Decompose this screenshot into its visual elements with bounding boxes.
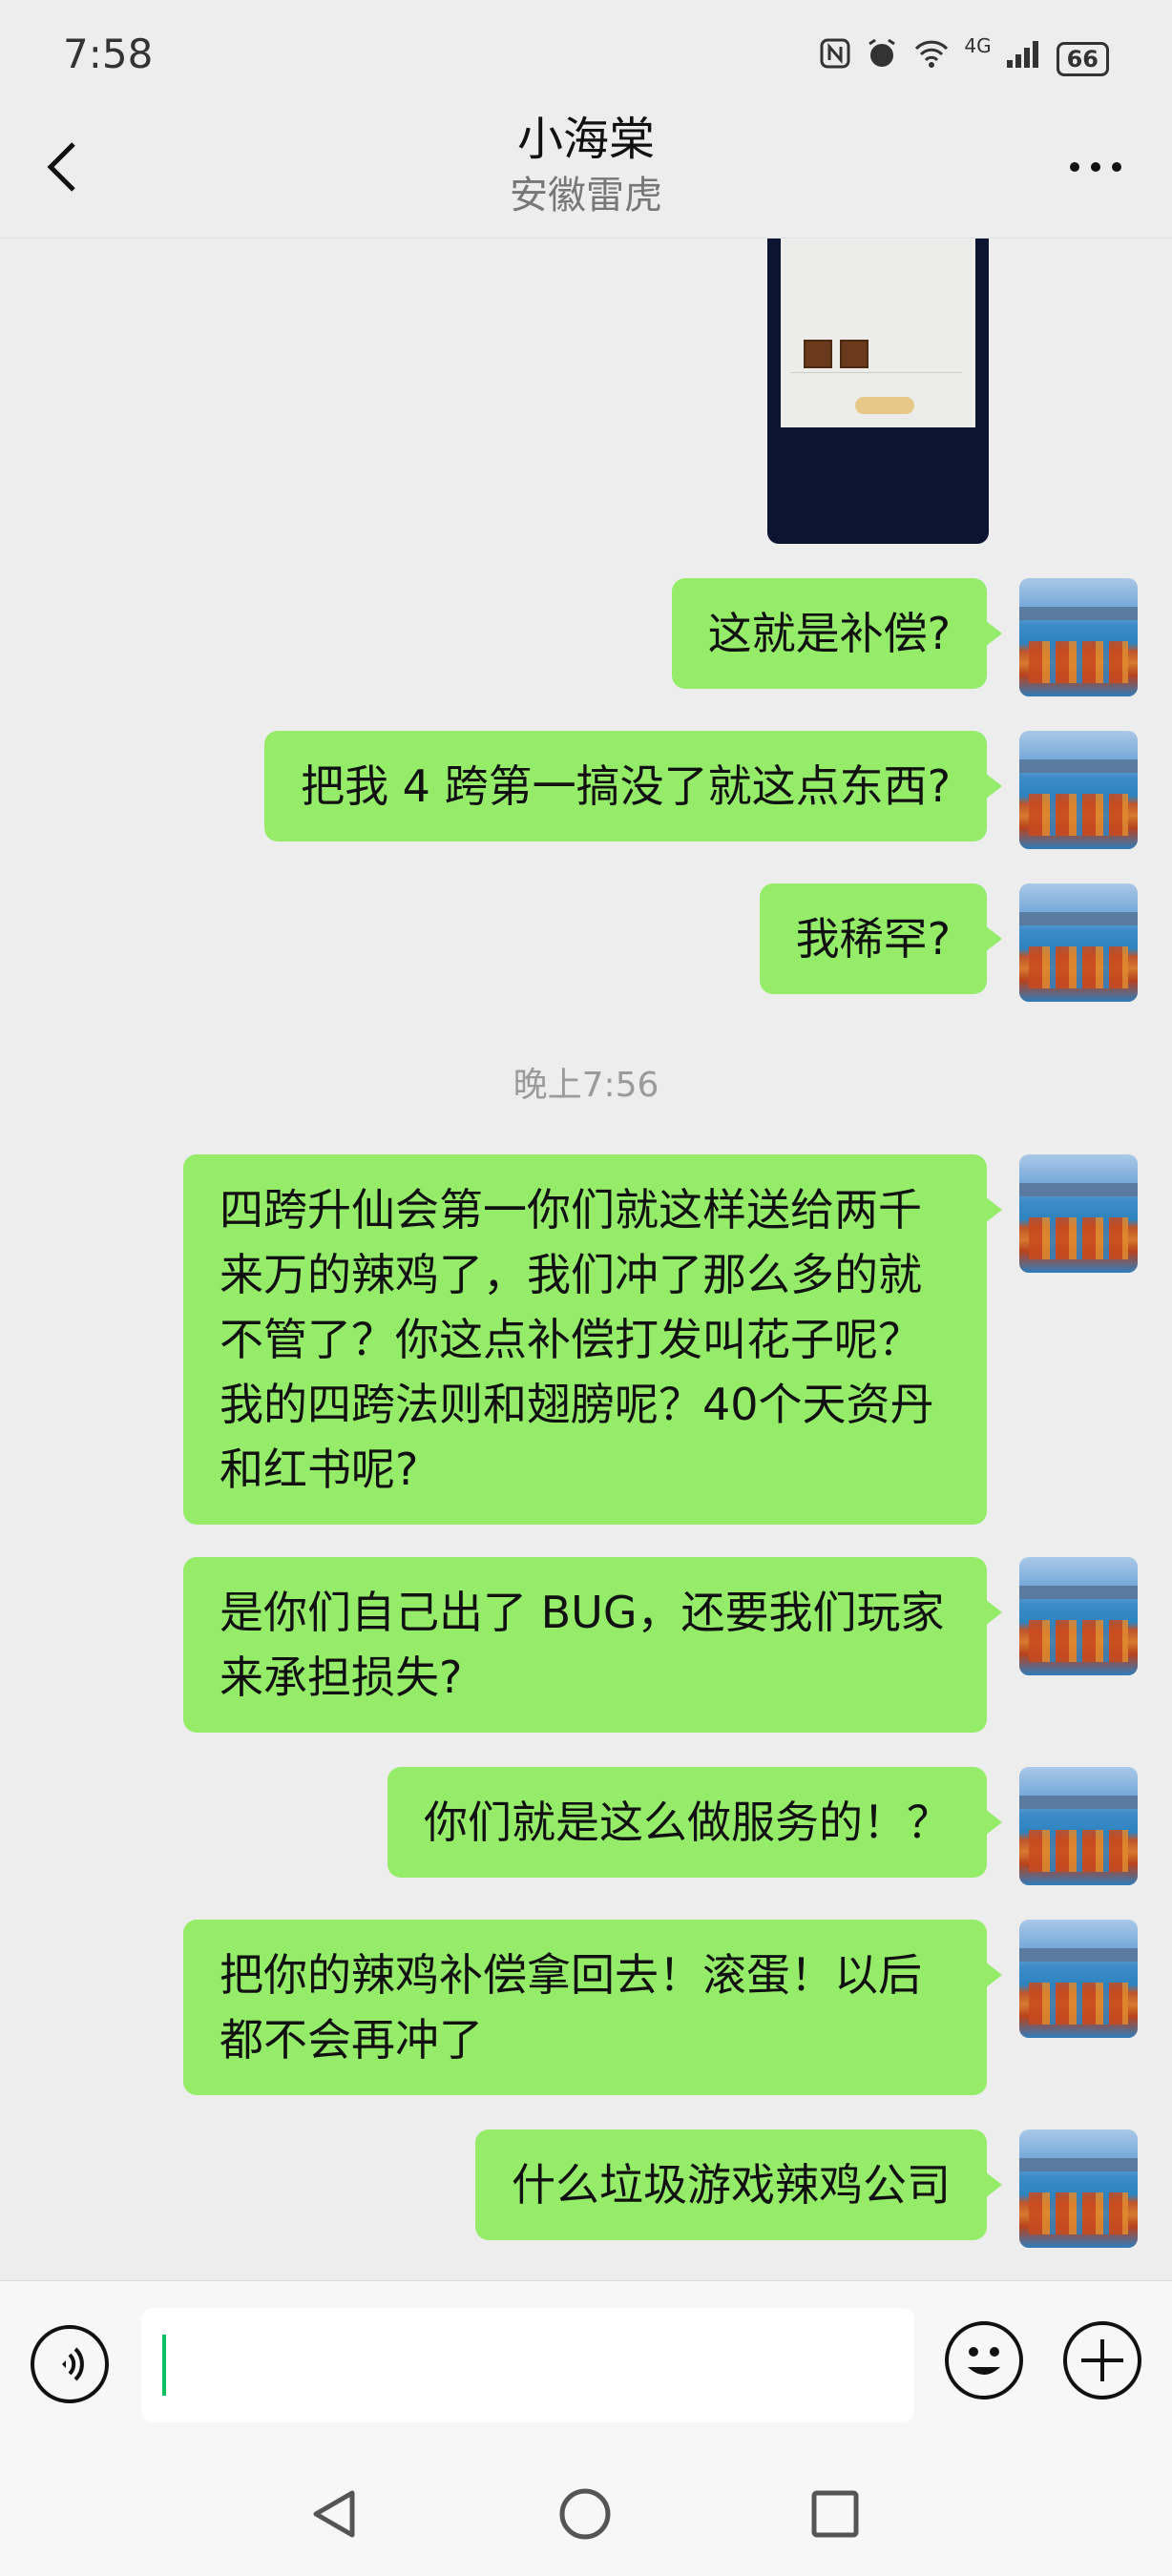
claim-button-graphic <box>855 397 914 414</box>
image-message[interactable] <box>767 239 989 544</box>
square-recents-icon <box>811 2490 859 2538</box>
nfc-icon <box>819 37 851 80</box>
voice-button[interactable] <box>31 2325 109 2403</box>
title-group: 小海棠 安徽雷虎 <box>0 109 1172 221</box>
text-caret <box>162 2335 166 2396</box>
nav-recents-button[interactable] <box>802 2481 869 2547</box>
item-thumbnail <box>840 340 869 368</box>
message-bubble[interactable]: 是你们自己出了 BUG，还要我们玩家来承担损失? <box>183 1557 1002 1733</box>
voice-icon <box>62 2347 84 2381</box>
chat-subtitle: 安徽雷虎 <box>510 174 662 218</box>
nav-home-button[interactable] <box>552 2481 618 2547</box>
signal-icon <box>1005 37 1043 80</box>
circle-home-icon <box>559 2488 611 2540</box>
system-nav-bar <box>0 2442 1172 2576</box>
avatar[interactable] <box>1019 1767 1138 1885</box>
chat-title: 小海棠 <box>516 113 655 166</box>
time-separator: 晚上7:56 <box>513 1066 659 1105</box>
more-actions-button[interactable] <box>1063 2321 1141 2399</box>
emoji-button[interactable] <box>945 2321 1023 2399</box>
smiley-icon <box>968 2347 1000 2375</box>
message-bubble[interactable]: 你们就是这么做服务的！？ <box>387 1767 1002 1878</box>
more-dot-icon <box>1091 162 1100 172</box>
more-options-button[interactable] <box>1057 143 1134 191</box>
battery-indicator: 66 <box>1056 41 1109 76</box>
image-screenshot-content <box>781 239 975 427</box>
wifi-icon <box>912 37 951 80</box>
message-bubble[interactable]: 把你的辣鸡补偿拿回去！滚蛋！以后都不会再冲了 <box>183 1920 1002 2095</box>
more-dot-icon <box>1070 162 1079 172</box>
avatar[interactable] <box>1019 731 1138 849</box>
status-time: 7:58 <box>63 31 154 77</box>
avatar[interactable] <box>1019 1920 1138 2038</box>
chat-messages[interactable]: 这就是补偿? 把我 4 跨第一搞没了就这点东西? 我稀罕? 晚上7:56 四跨升… <box>0 239 1172 2280</box>
more-dot-icon <box>1112 162 1121 172</box>
divider <box>790 372 962 373</box>
message-input[interactable] <box>141 2308 914 2422</box>
message-bubble[interactable]: 什么垃圾游戏辣鸡公司 <box>475 2129 1002 2240</box>
status-icons: 4G 66 <box>819 36 1109 81</box>
avatar[interactable] <box>1019 1557 1138 1675</box>
message-bubble[interactable]: 把我 4 跨第一搞没了就这点东西? <box>264 731 1002 841</box>
avatar[interactable] <box>1019 883 1138 1002</box>
nav-back-button[interactable] <box>302 2481 368 2547</box>
message-bubble[interactable]: 四跨升仙会第一你们就这样送给两千来万的辣鸡了，我们冲了那么多的就不管了？你这点补… <box>183 1154 1002 1525</box>
status-bar: 7:58 4G 66 <box>0 0 1172 114</box>
item-thumbnail <box>804 340 832 368</box>
message-bubble[interactable]: 这就是补偿? <box>671 578 1003 689</box>
network-type: 4G <box>964 34 992 57</box>
chat-header: 小海棠 安徽雷虎 <box>0 105 1172 239</box>
triangle-back-icon <box>313 2490 355 2538</box>
avatar[interactable] <box>1019 578 1138 696</box>
message-bubble[interactable]: 我稀罕? <box>759 883 1003 994</box>
input-bar <box>0 2280 1172 2442</box>
avatar[interactable] <box>1019 2129 1138 2248</box>
alarm-icon <box>865 36 899 81</box>
avatar[interactable] <box>1019 1154 1138 1273</box>
